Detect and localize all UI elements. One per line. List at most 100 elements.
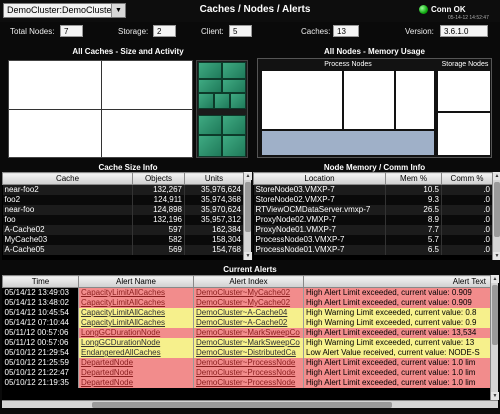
column-header[interactable]: Alert Text bbox=[303, 275, 490, 288]
table-header-row: Location Mem % Comm % bbox=[253, 172, 492, 185]
activity-cell[interactable] bbox=[198, 62, 222, 79]
table-row[interactable]: ProxyNode01.VMXP-7 7.7.0 bbox=[253, 225, 492, 235]
scroll-down-icon[interactable]: ▼ bbox=[244, 252, 252, 260]
column-header[interactable]: Alert Name bbox=[78, 275, 194, 288]
activity-cell[interactable] bbox=[198, 135, 222, 157]
scroll-up-icon[interactable]: ▲ bbox=[493, 172, 500, 180]
alerts-table-scrollbar[interactable]: ▲ ▼ bbox=[490, 275, 499, 400]
table-row[interactable]: near-foo 124,898 35,970,624 bbox=[2, 205, 243, 215]
table-row[interactable]: StoreNode02.VMXP-7 9.3.0 bbox=[253, 195, 492, 205]
alerts-table[interactable]: Time Alert Name Alert Index Alert Text 0… bbox=[2, 275, 490, 400]
units-cell: 35,974,368 bbox=[184, 195, 243, 205]
table-row[interactable]: ProcessNode03.VMXP-7 5.7.0 bbox=[253, 235, 492, 245]
storage-nodes-header: Storage Nodes bbox=[441, 61, 489, 68]
memory-node-cell[interactable] bbox=[438, 113, 490, 155]
units-cell: 35,976,624 bbox=[184, 184, 243, 195]
activity-cell[interactable] bbox=[198, 79, 222, 93]
cache-name-cell: foo2 bbox=[2, 195, 133, 205]
table-row[interactable]: 05/10/12 21:19:35 DepartedNode DemoCluster… bbox=[2, 378, 490, 388]
table-row[interactable]: 05/14/12 07:10:44 CapacityLimitAllCaches D… bbox=[2, 318, 490, 328]
alert-name-cell: EndangeredAllCaches bbox=[78, 348, 194, 358]
scrollbar-thumb[interactable] bbox=[492, 285, 498, 345]
table-row[interactable]: A-Cache05 569 154,768 bbox=[2, 245, 243, 255]
table-row[interactable]: 05/11/12 00:57:06 LongGCDurationNode DemoC… bbox=[2, 328, 490, 338]
mem-percent-cell: 26.5 bbox=[385, 205, 442, 215]
table-row[interactable]: near-foo2 132,267 35,976,624 bbox=[2, 184, 243, 195]
alert-text-cell: High Warning Limit exceeded, current val… bbox=[303, 318, 490, 328]
column-header[interactable]: Cache bbox=[2, 172, 133, 185]
table-row[interactable]: 05/10/12 21:22:47 DepartedNode DemoCluster… bbox=[2, 368, 490, 378]
scroll-up-icon[interactable]: ▲ bbox=[244, 172, 252, 180]
table-row[interactable]: StoreNode03.VMXP-7 10.5.0 bbox=[253, 184, 492, 195]
activity-cell[interactable] bbox=[222, 115, 246, 135]
alerts-horizontal-scrollbar[interactable] bbox=[2, 400, 498, 408]
table-row[interactable]: 05/14/12 13:48:02 CapacityLimitAllCaches D… bbox=[2, 298, 490, 308]
table-header-row: Cache Objects Units bbox=[2, 172, 243, 185]
cache-name-cell: A-Cache02 bbox=[2, 225, 133, 235]
scrollbar-thumb[interactable] bbox=[494, 182, 500, 237]
column-header[interactable]: Alert Index bbox=[193, 275, 304, 288]
chevron-down-icon[interactable]: ▼ bbox=[111, 4, 125, 17]
memory-node-cell[interactable] bbox=[262, 131, 434, 155]
units-cell: 35,957,312 bbox=[184, 215, 243, 225]
table-row[interactable]: ProxyNode02.VMXP-7 8.9.0 bbox=[253, 215, 492, 225]
alert-index-cell: DemoCluster~A-Cache04 bbox=[193, 308, 304, 318]
all-nodes-title: All Nodes - Memory Usage bbox=[324, 47, 425, 56]
scroll-down-icon[interactable]: ▼ bbox=[491, 392, 499, 400]
table-row[interactable]: 05/10/12 21:29:54 EndangeredAllCaches Demo… bbox=[2, 348, 490, 358]
activity-cell[interactable] bbox=[222, 135, 246, 157]
alert-name-cell: CapacityLimitAllCaches bbox=[78, 298, 194, 308]
activity-cell[interactable] bbox=[222, 79, 246, 93]
activity-cell[interactable] bbox=[214, 93, 230, 109]
column-header[interactable]: Location bbox=[253, 172, 386, 185]
node-memory-heatmap[interactable]: Process Nodes Storage Nodes bbox=[257, 58, 492, 158]
column-header[interactable]: Units bbox=[184, 172, 243, 185]
activity-cell[interactable] bbox=[230, 93, 246, 109]
current-alerts-title: Current Alerts bbox=[223, 265, 277, 274]
column-header[interactable]: Mem % bbox=[385, 172, 442, 185]
memory-node-cell[interactable] bbox=[344, 71, 394, 129]
scrollbar-thumb[interactable] bbox=[245, 182, 251, 232]
table-row[interactable]: RTViewOCMDataServer.vmxp-7 26.5.0 bbox=[253, 205, 492, 215]
alert-time-cell: 05/10/12 21:22:47 bbox=[2, 368, 79, 378]
scrollbar-thumb[interactable] bbox=[92, 402, 392, 408]
cache-activity-treemap[interactable] bbox=[196, 60, 248, 158]
scroll-down-icon[interactable]: ▼ bbox=[493, 252, 500, 260]
table-row[interactable]: 05/10/12 21:25:59 DepartedNode DemoCluster… bbox=[2, 358, 490, 368]
node-table-scrollbar[interactable]: ▲ ▼ bbox=[492, 172, 500, 260]
activity-cell[interactable] bbox=[198, 115, 222, 135]
location-cell: StoreNode02.VMXP-7 bbox=[253, 195, 386, 205]
node-memory-table[interactable]: Location Mem % Comm % StoreNode03.VMXP-7… bbox=[253, 172, 492, 260]
cluster-select[interactable]: DemoCluster:DemoCluster ▼ bbox=[3, 3, 126, 18]
table-row[interactable]: 05/14/12 10:45:54 CapacityLimitAllCaches D… bbox=[2, 308, 490, 318]
units-cell: 35,970,624 bbox=[184, 205, 243, 215]
alert-text-cell: High Warning Limit exceeded, current val… bbox=[303, 338, 490, 348]
table-row[interactable]: A-Cache02 597 162,384 bbox=[2, 225, 243, 235]
page-title: Caches / Nodes / Alerts bbox=[199, 4, 311, 15]
column-header[interactable]: Objects bbox=[132, 172, 185, 185]
location-cell: ProcessNode01.VMXP-7 bbox=[253, 245, 386, 255]
table-row[interactable]: 05/14/12 13:49:03 CapacityLimitAllCaches D… bbox=[2, 287, 490, 298]
column-header[interactable]: Time bbox=[2, 275, 79, 288]
memory-node-cell[interactable] bbox=[438, 71, 490, 111]
cache-size-table[interactable]: Cache Objects Units near-foo2 132,267 35,9… bbox=[2, 172, 243, 260]
table-row[interactable]: foo2 124,911 35,974,368 bbox=[2, 195, 243, 205]
objects-cell: 569 bbox=[132, 245, 185, 255]
table-row[interactable]: MyCache03 582 158,304 bbox=[2, 235, 243, 245]
activity-cell[interactable] bbox=[198, 93, 214, 109]
memory-node-cell[interactable] bbox=[396, 71, 434, 129]
mem-percent-cell: 7.7 bbox=[385, 225, 442, 235]
cache-table-scrollbar[interactable]: ▲ ▼ bbox=[243, 172, 252, 260]
alert-time-cell: 05/14/12 10:45:54 bbox=[2, 308, 79, 318]
table-row[interactable]: foo 132,196 35,957,312 bbox=[2, 215, 243, 225]
column-header[interactable]: Comm % bbox=[441, 172, 492, 185]
scroll-up-icon[interactable]: ▲ bbox=[491, 275, 499, 283]
activity-cell[interactable] bbox=[222, 62, 246, 79]
table-row[interactable]: ProcessNode01.VMXP-7 6.5.0 bbox=[253, 245, 492, 255]
table-row[interactable]: 05/11/12 00:57:06 LongGCDurationNode DemoC… bbox=[2, 338, 490, 348]
cache-size-treemap[interactable] bbox=[8, 60, 193, 158]
memory-node-cell[interactable] bbox=[262, 71, 342, 129]
comm-percent-cell: .0 bbox=[441, 225, 492, 235]
alert-name-cell: DepartedNode bbox=[78, 378, 194, 388]
objects-cell: 582 bbox=[132, 235, 185, 245]
